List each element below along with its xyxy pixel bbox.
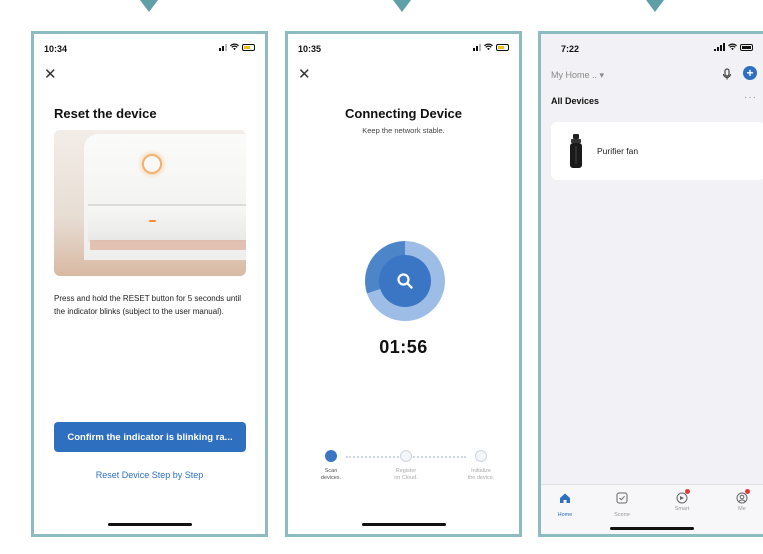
signal-icon <box>473 43 481 51</box>
section-title: All Devices <box>551 96 600 106</box>
progress-steps: Scan devices. Register on Cloud. Initializ… <box>306 450 506 490</box>
step-register: Register on Cloud. <box>381 450 431 482</box>
tab-scene[interactable]: Scene <box>602 491 642 518</box>
page-subtitle: Keep the network stable. <box>362 126 445 135</box>
status-time: 10:35 <box>298 44 322 54</box>
device-name: Purifier fan <box>597 146 639 156</box>
wifi-icon <box>484 43 493 51</box>
status-bar: 10:35 <box>288 42 519 56</box>
wifi-icon <box>230 43 239 51</box>
page-title: Connecting Device <box>344 106 463 121</box>
cloud-icon <box>400 450 412 462</box>
phone-reset-device: 10:34 ✕ Reset the device Press and hold … <box>31 31 268 537</box>
home-icon <box>560 493 570 503</box>
notification-dot <box>685 489 690 494</box>
step-active-icon <box>325 450 337 462</box>
reset-step-by-step-link[interactable]: Reset Device Step by Step <box>34 470 265 480</box>
status-time: 10:34 <box>44 44 68 54</box>
home-selector[interactable]: My Home .. ▾ <box>551 70 604 81</box>
status-bar: 7:22 <box>541 42 763 56</box>
power-button-icon <box>142 154 162 174</box>
signal-icon <box>219 43 227 51</box>
step-arrow-3 <box>646 0 664 12</box>
signal-icon <box>714 43 725 51</box>
step-arrow-2 <box>393 0 411 12</box>
tab-bar: Home Scene Smart Me <box>541 484 763 534</box>
initialize-icon <box>475 450 487 462</box>
tab-smart[interactable]: Smart <box>662 489 702 512</box>
scanning-radar <box>365 241 445 321</box>
scene-icon <box>616 492 628 504</box>
close-icon[interactable]: ✕ <box>298 67 312 82</box>
phone-home-devices: 7:22 My Home .. ▾ + All Devices ··· Puri… <box>538 31 763 537</box>
tab-home[interactable]: Home <box>545 491 585 518</box>
status-time: 7:22 <box>561 44 580 54</box>
tab-me[interactable]: Me <box>722 489 762 512</box>
battery-icon <box>242 43 255 51</box>
step-initialize: Initialize the device. <box>456 450 506 482</box>
step-scan: Scan devices. <box>306 450 356 482</box>
battery-icon <box>740 43 753 51</box>
phone-connecting-device: 10:35 ✕ Connecting Device Keep the netwo… <box>285 31 522 537</box>
device-image <box>54 130 246 276</box>
status-bar: 10:34 <box>34 42 265 56</box>
device-card[interactable]: Purifier fan <box>551 122 763 180</box>
indicator-light <box>149 220 156 222</box>
countdown-timer: 01:56 <box>379 337 428 357</box>
home-indicator <box>610 527 694 530</box>
home-indicator <box>361 523 446 526</box>
add-device-button[interactable]: + <box>743 66 757 80</box>
more-options-icon[interactable]: ··· <box>744 92 757 103</box>
battery-icon <box>496 43 509 51</box>
reset-instructions: Press and hold the RESET button for 5 se… <box>54 294 242 316</box>
step-arrow-1 <box>140 0 158 12</box>
wifi-icon <box>728 43 737 51</box>
purifier-fan-icon <box>570 134 582 168</box>
page-title: Reset the device <box>54 106 157 121</box>
search-icon <box>397 273 413 289</box>
home-indicator <box>107 523 192 526</box>
confirm-blinking-button[interactable]: Confirm the indicator is blinking ra... <box>54 422 246 452</box>
close-icon[interactable]: ✕ <box>44 67 58 82</box>
microphone-icon[interactable] <box>721 68 733 80</box>
notification-dot <box>745 489 750 494</box>
